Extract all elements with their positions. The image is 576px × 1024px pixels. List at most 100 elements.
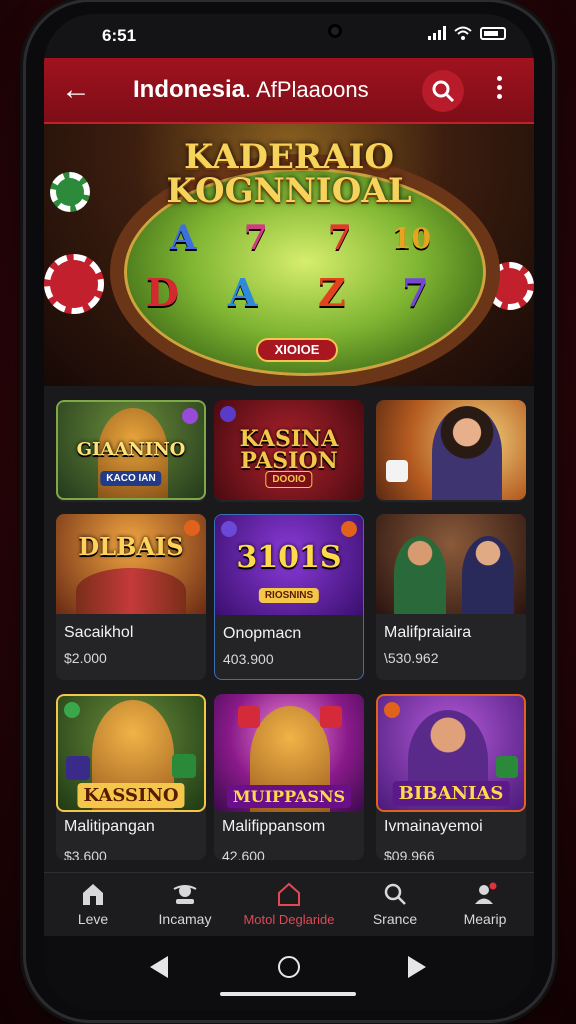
game-price: $09.966 (384, 848, 435, 860)
search-user-button[interactable] (422, 70, 464, 112)
reel-symbol: 7 (328, 218, 352, 258)
profile-icon (475, 882, 497, 904)
hero-title-line1: KADERAIO (183, 137, 395, 177)
nav-label: Leve (77, 911, 109, 927)
game-price: $2.000 (64, 650, 107, 666)
game-tag: RIOSNINS (258, 588, 320, 603)
search-icon (384, 883, 406, 905)
front-camera (328, 24, 342, 38)
status-bar: 6:51 (44, 14, 534, 58)
dice-icon (496, 756, 518, 778)
dice-icon (386, 460, 408, 482)
reel-symbol: 10 (392, 222, 431, 255)
wifi-icon (454, 26, 472, 40)
home-indicator[interactable] (220, 992, 356, 996)
house-outline-icon (278, 882, 300, 906)
status-time: 6:51 (102, 26, 137, 45)
corner-badge-icon (221, 521, 237, 537)
nav-label: Srance (372, 911, 418, 927)
battery-icon (480, 26, 506, 40)
system-home-icon[interactable] (278, 956, 300, 978)
game-card[interactable] (376, 400, 526, 502)
search-icon (432, 80, 455, 103)
reel-symbol: A (170, 218, 197, 258)
game-card[interactable]: Malifpraiaira \530.962 (376, 514, 526, 680)
back-arrow-icon[interactable]: ← (58, 72, 94, 108)
dealer-woman-image (432, 406, 502, 500)
game-price: \530.962 (384, 650, 439, 666)
game-tag: KACO IAN (100, 471, 162, 486)
system-navigation (44, 936, 534, 1010)
reel-symbol: Z (318, 270, 346, 315)
game-logo: DLBAIS (78, 532, 184, 561)
corner-badge-icon (384, 702, 400, 718)
nav-label: Mearip (463, 911, 507, 927)
system-back-icon[interactable] (150, 956, 168, 978)
game-name: Ivmainayemoi (384, 818, 483, 835)
game-logo: KASINA PASION (239, 426, 339, 474)
game-thumbnail: GIAANINO KACO IAN (56, 400, 206, 500)
system-recents-icon[interactable] (408, 956, 426, 978)
game-logo: KASSINO (77, 783, 185, 808)
header-title-sub: . AfPlaaoons (245, 77, 369, 102)
game-card[interactable]: MUIPPASNS Malifippansom 42.600 (214, 694, 364, 860)
game-logo: BIBANIAS (392, 781, 510, 806)
game-card[interactable]: BIBANIAS Ivmainayemoi $09.966 (376, 694, 526, 860)
header-title-main: Indonesia (133, 76, 246, 103)
nav-item-profile[interactable]: Mearip (436, 873, 534, 937)
corner-badge-icon (182, 408, 198, 424)
hero-title: KADERAIO KOGNNIOAL (44, 140, 534, 208)
header-title: Indonesia. AfPlaaoons (133, 76, 369, 104)
game-name: Onopmacn (223, 625, 302, 642)
home-icon (83, 884, 103, 905)
game-thumbnail: MUIPPASNS (214, 694, 364, 812)
game-price: 403.900 (223, 651, 274, 667)
reel-symbol: 7 (244, 218, 268, 258)
hero-badge: XIOIOE (256, 338, 338, 362)
game-card[interactable]: DLBAIS Sacaikhol $2.000 (56, 514, 206, 680)
corner-badge-icon (64, 702, 80, 718)
dice-icon (66, 756, 90, 780)
dice-icon (320, 706, 342, 728)
bottom-navigation: Leve Incamay Motol Deglaride Srance Mear… (44, 872, 534, 936)
game-card[interactable]: 3101S RIOSNINS Onopmacn 403.900 (214, 514, 364, 680)
game-price: $3.600 (64, 848, 107, 860)
poker-chip-icon (44, 254, 104, 314)
game-name: Malitipangan (64, 818, 155, 835)
game-grid: GIAANINO KACO IAN KASINA PASION DOOIO DL… (44, 386, 534, 872)
game-card[interactable]: GIAANINO KACO IAN (56, 400, 206, 502)
game-card[interactable]: KASSINO Malitipangan $3.600 (56, 694, 206, 860)
dice-icon (172, 754, 196, 778)
game-thumbnail: KASINA PASION DOOIO (214, 400, 364, 500)
status-icons (428, 26, 506, 40)
game-name: Sacaikhol (64, 624, 134, 641)
game-logo: MUIPPASNS (226, 785, 352, 808)
nav-item-deglaride[interactable]: Motol Deglaride (240, 873, 338, 937)
hero-banner[interactable]: KADERAIO KOGNNIOAL A 7 7 10 D A Z 7 XIOI… (44, 124, 534, 386)
nav-item-search[interactable]: Srance (346, 873, 444, 937)
nav-label: Motol Deglaride (243, 912, 335, 927)
game-name: Malifippansom (222, 818, 326, 835)
app-header: ← Indonesia. AfPlaaoons (44, 58, 534, 124)
player-woman-image (462, 536, 514, 614)
reel-symbol: A (228, 270, 258, 315)
game-thumbnail: BIBANIAS (376, 694, 526, 812)
game-thumbnail: 3101S RIOSNINS (215, 515, 363, 615)
more-options-icon[interactable] (484, 72, 514, 110)
corner-badge-icon (220, 406, 236, 422)
corner-badge-icon (341, 521, 357, 537)
game-name: Malifpraiaira (384, 624, 472, 641)
game-card[interactable]: KASINA PASION DOOIO (214, 400, 364, 502)
nav-label: Incamay (158, 911, 212, 927)
reel-symbol: 7 (402, 270, 429, 315)
nav-item-home[interactable]: Leve (44, 873, 142, 937)
dealer-icon (173, 885, 197, 904)
signal-icon (428, 26, 446, 40)
corner-badge-icon (184, 520, 200, 536)
game-thumbnail (376, 514, 526, 614)
game-logo: 3101S (236, 540, 342, 575)
nav-item-dealer[interactable]: Incamay (136, 873, 234, 937)
game-thumbnail: DLBAIS (56, 514, 206, 614)
dice-icon (238, 706, 260, 728)
hero-title-line2: KOGNNIOAL (166, 171, 412, 211)
